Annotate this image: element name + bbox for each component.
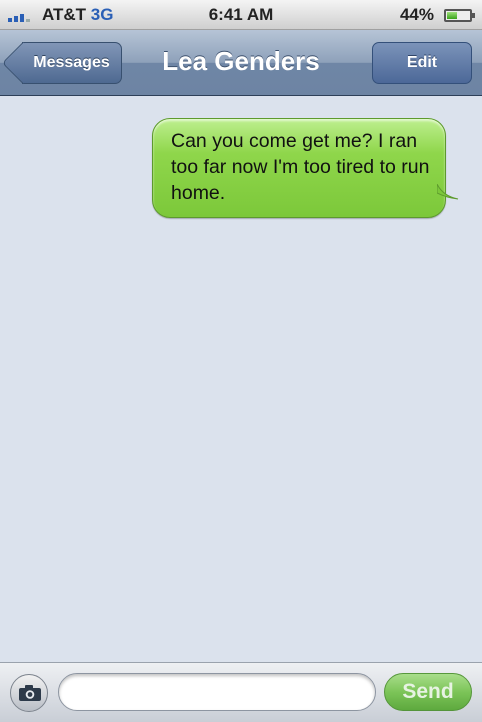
bubble-tail-icon xyxy=(437,184,459,200)
battery-icon xyxy=(444,9,475,22)
edit-button[interactable]: Edit xyxy=(372,42,472,84)
back-button-label: Messages xyxy=(33,54,110,71)
battery-level-fill xyxy=(447,12,457,19)
send-button[interactable]: Send xyxy=(384,673,472,711)
sent-message-bubble[interactable]: Can you come get me? I ran too far now I… xyxy=(152,118,446,218)
navigation-bar: Messages Lea Genders Edit xyxy=(0,30,482,96)
status-bar: AT&T 3G 6:41 AM 44% xyxy=(0,0,482,30)
battery-percent: 44% xyxy=(399,5,434,24)
camera-icon xyxy=(19,685,41,701)
conversation-view[interactable]: Can you come get me? I ran too far now I… xyxy=(0,96,482,662)
conversation-title: Lea Genders xyxy=(162,46,320,76)
camera-button[interactable] xyxy=(10,674,48,712)
phone-screen: AT&T 3G 6:41 AM 44% Messages Lea Genders… xyxy=(0,0,482,722)
message-input[interactable] xyxy=(58,673,376,711)
message-composer: Send xyxy=(0,662,482,722)
messages-back-button[interactable]: Messages xyxy=(22,42,122,84)
